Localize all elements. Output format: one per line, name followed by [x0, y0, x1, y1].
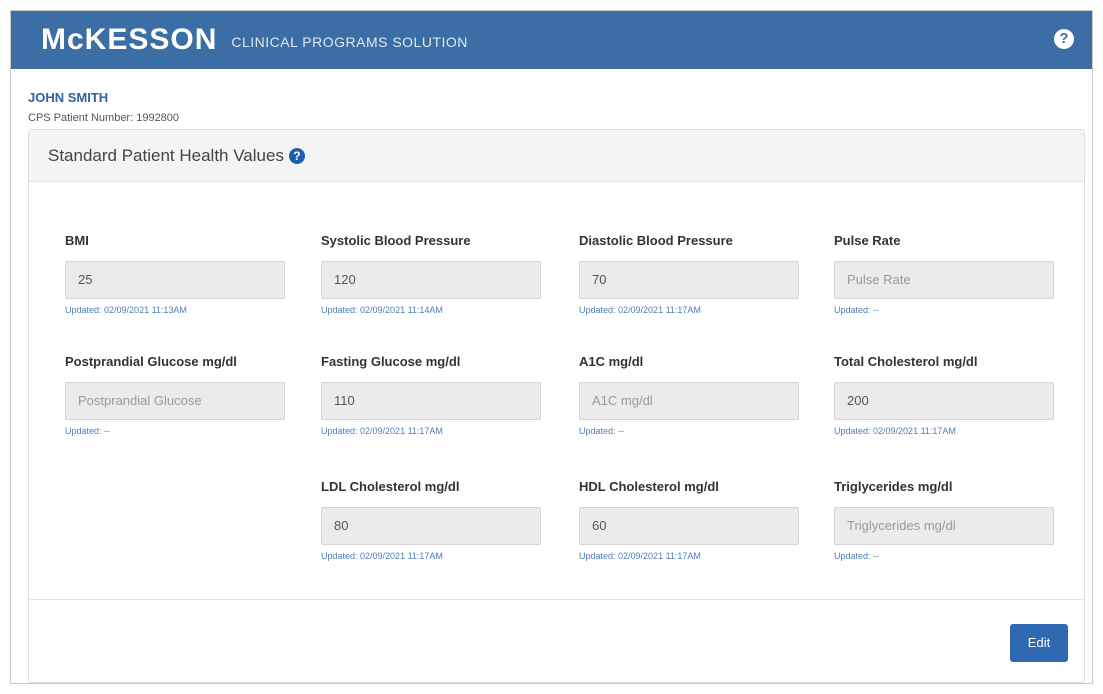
postprandial-input[interactable]: Postprandial Glucose [65, 382, 285, 420]
updated-text: Updated: 02/09/2021 11:13AM [65, 305, 187, 315]
field-bmi: BMI 25 Updated: 02/09/2021 11:13AM [65, 231, 305, 315]
field-systolic: Systolic Blood Pressure 120 Updated: 02/… [321, 231, 561, 315]
systolic-input[interactable]: 120 [321, 261, 541, 299]
field-diastolic: Diastolic Blood Pressure 70 Updated: 02/… [579, 231, 819, 315]
panel-footer: Edit [29, 599, 1084, 682]
field-a1c: A1C mg/dl A1C mg/dl Updated: -- [579, 352, 819, 436]
field-total-cholesterol: Total Cholesterol mg/dl 200 Updated: 02/… [834, 352, 1074, 436]
field-label: Pulse Rate [834, 233, 901, 248]
field-label: Systolic Blood Pressure [321, 233, 471, 248]
ldl-input[interactable]: 80 [321, 507, 541, 545]
diastolic-input[interactable]: 70 [579, 261, 799, 299]
brand-subtitle: CLINICAL PROGRAMS SOLUTION [231, 34, 468, 50]
updated-text: Updated: 02/09/2021 11:17AM [579, 551, 701, 561]
pulse-rate-input[interactable]: Pulse Rate [834, 261, 1054, 299]
updated-text: Updated: -- [834, 305, 880, 315]
top-bar: McKESSON CLINICAL PROGRAMS SOLUTION ? [11, 11, 1092, 69]
updated-text: Updated: 02/09/2021 11:14AM [321, 305, 443, 315]
patient-number: CPS Patient Number: 1992800 [28, 112, 180, 124]
field-label: Postprandial Glucose mg/dl [65, 354, 237, 369]
field-label: LDL Cholesterol mg/dl [321, 479, 460, 494]
field-ldl: LDL Cholesterol mg/dl 80 Updated: 02/09/… [321, 477, 561, 561]
help-icon[interactable]: ? [1054, 29, 1074, 49]
field-label: Triglycerides mg/dl [834, 479, 953, 494]
field-label: Fasting Glucose mg/dl [321, 354, 461, 369]
triglycerides-input[interactable]: Triglycerides mg/dl [834, 507, 1054, 545]
panel-help-icon[interactable]: ? [288, 147, 305, 164]
field-pulse-rate: Pulse Rate Pulse Rate Updated: -- [834, 231, 1074, 315]
field-label: HDL Cholesterol mg/dl [579, 479, 719, 494]
updated-text: Updated: -- [579, 426, 625, 436]
fasting-glucose-input[interactable]: 110 [321, 382, 541, 420]
edit-button[interactable]: Edit [1010, 624, 1068, 662]
field-label: A1C mg/dl [579, 354, 644, 369]
field-label: BMI [65, 233, 89, 248]
field-postprandial: Postprandial Glucose mg/dl Postprandial … [65, 352, 285, 436]
app-frame: McKESSON CLINICAL PROGRAMS SOLUTION ? JO… [10, 10, 1093, 684]
total-cholesterol-input[interactable]: 200 [834, 382, 1054, 420]
updated-text: Updated: -- [65, 426, 111, 436]
updated-text: Updated: -- [834, 551, 880, 561]
panel-title: Standard Patient Health Values [48, 145, 284, 165]
field-label: Total Cholesterol mg/dl [834, 354, 978, 369]
updated-text: Updated: 02/09/2021 11:17AM [579, 305, 701, 315]
field-label: Diastolic Blood Pressure [579, 233, 733, 248]
panel-header: Standard Patient Health Values ? [29, 130, 1084, 182]
field-triglycerides: Triglycerides mg/dl Triglycerides mg/dl … [834, 477, 1074, 561]
hdl-input[interactable]: 60 [579, 507, 799, 545]
brand-logo: McKESSON [41, 23, 218, 56]
patient-name: JOHN SMITH [28, 90, 109, 105]
updated-text: Updated: 02/09/2021 11:17AM [321, 551, 443, 561]
a1c-input[interactable]: A1C mg/dl [579, 382, 799, 420]
bmi-input[interactable]: 25 [65, 261, 285, 299]
field-fasting-glucose: Fasting Glucose mg/dl 110 Updated: 02/09… [321, 352, 561, 436]
updated-text: Updated: 02/09/2021 11:17AM [321, 426, 443, 436]
updated-text: Updated: 02/09/2021 11:17AM [834, 426, 956, 436]
health-values-panel: Standard Patient Health Values ? BMI 25 … [28, 129, 1085, 683]
field-hdl: HDL Cholesterol mg/dl 60 Updated: 02/09/… [579, 477, 819, 561]
